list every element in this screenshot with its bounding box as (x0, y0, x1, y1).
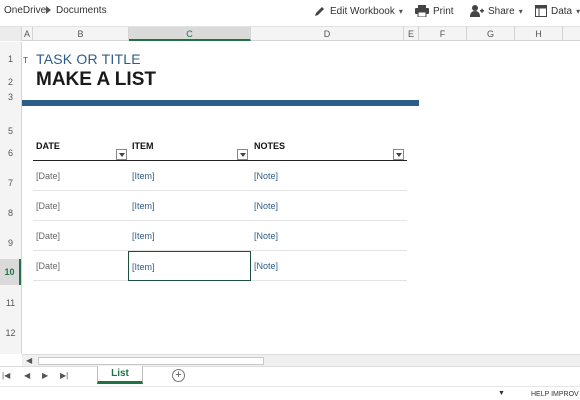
chevron-down-icon[interactable]: ▼ (498, 390, 505, 397)
item-cell[interactable]: [Item] (129, 221, 251, 251)
table-row: [Date] [Item] [Note] (33, 251, 407, 281)
print-button[interactable]: Print (415, 2, 454, 20)
column-header-bar: A B C D E F G H (0, 26, 580, 41)
note-cell[interactable]: [Note] (251, 251, 407, 281)
date-cell[interactable]: [Date] (33, 161, 129, 191)
table-row: [Date] [Item] [Note] (33, 161, 407, 191)
edit-workbook-label: Edit Workbook (330, 5, 395, 17)
column-header-h[interactable]: H (515, 27, 563, 41)
row-header-bar: 1 2 3 5 6 7 8 9 10 11 12 (0, 42, 22, 354)
select-all-corner[interactable] (0, 27, 22, 41)
note-cell[interactable]: [Note] (251, 161, 407, 191)
cell-a1-text: T (23, 56, 28, 65)
help-improve-link[interactable]: HELP IMPROV (531, 391, 579, 398)
row-header-12[interactable]: 12 (0, 328, 21, 338)
notes-filter-dropdown-icon[interactable] (393, 149, 404, 160)
edit-workbook-button[interactable]: Edit Workbook ▾ (314, 2, 403, 20)
column-header-b[interactable]: B (33, 27, 129, 41)
column-header-g[interactable]: G (467, 27, 515, 41)
row-header-3[interactable]: 3 (0, 92, 21, 102)
top-bar: OneDrive Documents Edit Workbook ▾ Print… (0, 0, 580, 24)
chevron-down-icon: ▾ (398, 6, 403, 16)
breadcrumb-separator-icon (46, 6, 51, 14)
notes-header-label: NOTES (254, 141, 286, 151)
task-title[interactable]: TASK OR TITLE (36, 51, 141, 67)
row-header-9[interactable]: 9 (0, 238, 21, 248)
item-cell[interactable]: [Item] (129, 161, 251, 191)
column-header-c[interactable]: C (129, 27, 251, 41)
row-header-11[interactable]: 11 (0, 298, 21, 308)
scrollbar-thumb[interactable] (38, 357, 264, 365)
printer-icon (415, 5, 429, 17)
add-sheet-icon[interactable]: + (172, 369, 185, 382)
note-cell[interactable]: [Note] (251, 191, 407, 221)
share-button[interactable]: Share ▾ (470, 2, 523, 20)
status-bar: ▼ HELP IMPROV (0, 386, 580, 400)
notes-header[interactable]: NOTES (251, 138, 407, 160)
chevron-down-icon: ▾ (518, 6, 523, 16)
date-cell[interactable]: [Date] (33, 251, 129, 281)
column-header-d[interactable]: D (251, 27, 404, 41)
breadcrumb-onedrive[interactable]: OneDrive (4, 5, 46, 16)
breadcrumb-documents[interactable]: Documents (56, 5, 107, 16)
column-header-a[interactable]: A (22, 27, 33, 41)
column-header-e[interactable]: E (404, 27, 419, 41)
row-header-5[interactable]: 5 (0, 126, 21, 136)
row-header-1[interactable]: 1 (0, 54, 21, 64)
title-divider (22, 100, 419, 106)
table-row: [Date] [Item] [Note] (33, 191, 407, 221)
chevron-down-icon: ▾ (576, 6, 580, 16)
row-header-8[interactable]: 8 (0, 208, 21, 218)
date-cell[interactable]: [Date] (33, 191, 129, 221)
date-header[interactable]: DATE (33, 138, 129, 160)
print-label: Print (433, 5, 454, 17)
item-header-label: ITEM (132, 141, 154, 151)
note-cell[interactable]: [Note] (251, 221, 407, 251)
prev-sheet-icon[interactable]: ◀ (24, 371, 30, 380)
data-label: Data (551, 5, 573, 17)
item-filter-dropdown-icon[interactable] (237, 149, 248, 160)
next-sheet-icon[interactable]: ▶ (42, 371, 48, 380)
first-sheet-icon[interactable]: |◀ (2, 371, 10, 380)
share-label: Share (488, 5, 515, 17)
row-header-6[interactable]: 6 (0, 148, 21, 158)
item-cell-active[interactable]: [Item] (128, 251, 251, 281)
date-filter-dropdown-icon[interactable] (116, 149, 127, 160)
horizontal-scrollbar[interactable]: ◀ (22, 354, 580, 366)
row-header-2[interactable]: 2 (0, 77, 21, 87)
data-button[interactable]: Data ▾ (535, 2, 580, 20)
sheet-tab-list[interactable]: List (97, 366, 143, 384)
share-people-icon (470, 5, 484, 17)
last-sheet-icon[interactable]: ▶| (60, 371, 68, 380)
table-row: [Date] [Item] [Note] (33, 221, 407, 251)
row-header-10[interactable]: 10 (0, 259, 21, 285)
item-header[interactable]: ITEM (129, 138, 251, 160)
row-header-7[interactable]: 7 (0, 178, 21, 188)
sheet-tab-bar: |◀ ◀ ▶ ▶| List + (0, 366, 580, 386)
list-title[interactable]: MAKE A LIST (36, 69, 156, 91)
scroll-left-icon[interactable]: ◀ (26, 356, 32, 365)
pencil-icon (315, 7, 324, 16)
data-table-icon (535, 5, 547, 17)
date-header-label: DATE (36, 141, 60, 151)
column-header-f[interactable]: F (419, 27, 467, 41)
date-cell[interactable]: [Date] (33, 221, 129, 251)
item-cell[interactable]: [Item] (129, 191, 251, 221)
